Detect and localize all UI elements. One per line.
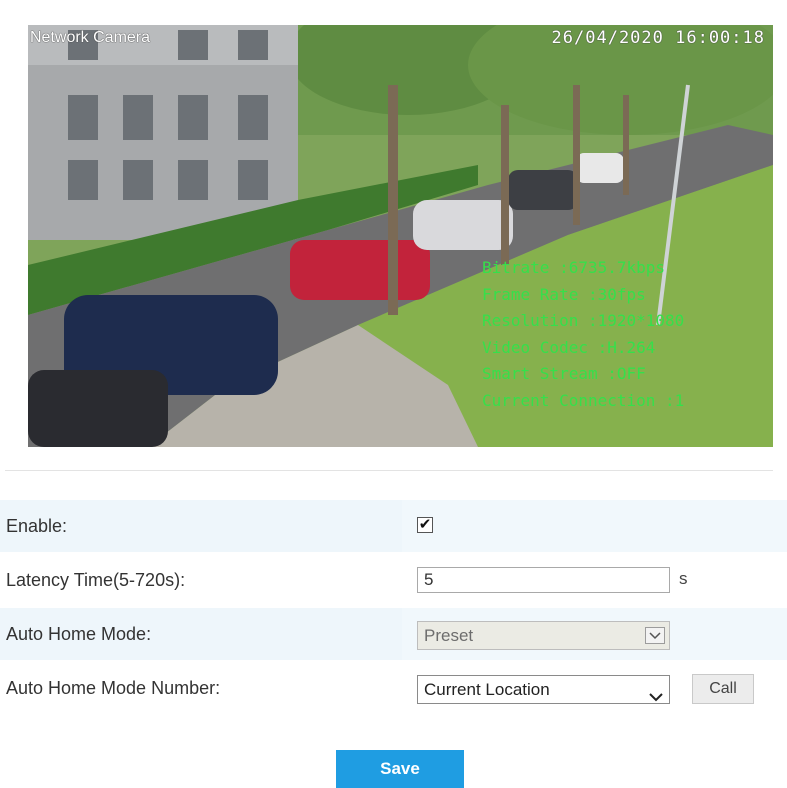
auto-home-number-value: Current Location	[424, 680, 550, 699]
auto-home-mode-select[interactable]: Preset	[417, 621, 670, 650]
camera-name-overlay: Network Camera	[30, 29, 151, 46]
auto-home-mode-value: Preset	[424, 626, 474, 645]
latency-time-input[interactable]: 5	[417, 567, 670, 593]
stat-bitrate: Bitrate :6735.7kbps	[482, 258, 666, 277]
save-button[interactable]: Save	[336, 750, 464, 788]
enable-row: Enable: ✔	[0, 500, 787, 552]
stat-frame-rate: Frame Rate :30fps	[482, 284, 646, 304]
stat-current-connection: Current Connection :1	[482, 390, 685, 410]
call-button[interactable]: Call	[692, 674, 754, 704]
auto-home-mode-row: Auto Home Mode: Preset	[0, 608, 787, 660]
latency-unit: s	[679, 569, 688, 588]
latency-row: Latency Time(5-720s): 5 s	[0, 554, 787, 606]
stream-stats-overlay: Bitrate :6735.7kbps Frame Rate :30fps Re…	[482, 255, 684, 414]
auto-home-mode-label: Auto Home Mode:	[6, 623, 152, 644]
enable-checkbox[interactable]: ✔	[417, 517, 433, 533]
divider	[5, 470, 773, 471]
chevron-down-icon	[649, 683, 663, 710]
auto-home-number-label: Auto Home Mode Number:	[6, 677, 221, 698]
auto-home-number-select[interactable]: Current Location	[417, 675, 670, 704]
stat-video-codec: Video Codec :H.264	[482, 337, 656, 357]
chevron-down-icon	[645, 627, 665, 644]
stat-smart-stream: Smart Stream :OFF	[482, 364, 646, 383]
auto-home-settings-form: Enable: ✔ Latency Time(5-720s): 5 s Auto…	[0, 500, 787, 714]
enable-label: Enable:	[6, 515, 68, 536]
video-preview: Network Camera 26/04/2020 16:00:18 Bitra…	[28, 25, 773, 447]
latency-label: Latency Time(5-720s):	[6, 569, 186, 590]
timestamp-overlay: 26/04/2020 16:00:18	[551, 28, 765, 48]
auto-home-number-row: Auto Home Mode Number: Current Location …	[0, 662, 787, 714]
stat-resolution: Resolution :1920*1080	[482, 311, 685, 330]
